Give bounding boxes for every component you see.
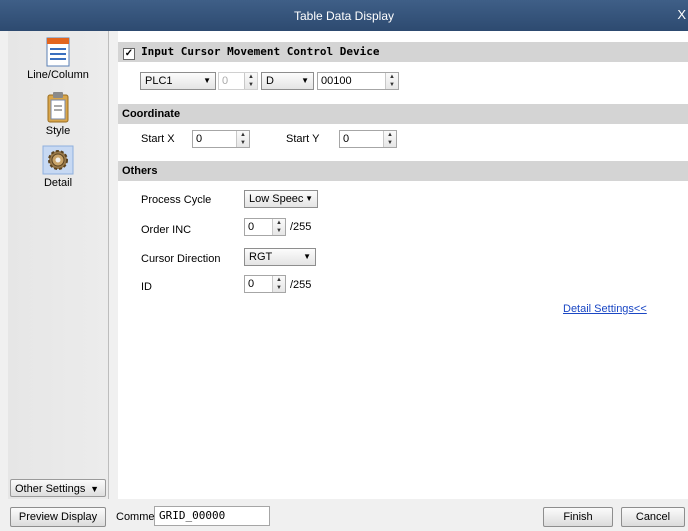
window-title: Table Data Display bbox=[293, 9, 395, 23]
start-x-label: Start X bbox=[141, 133, 175, 145]
id-value: 0 bbox=[248, 278, 255, 290]
preview-display-button[interactable]: Preview Display bbox=[10, 507, 106, 527]
cursor-direction-label: Cursor Direction bbox=[141, 253, 221, 265]
process-cycle-label: Process Cycle bbox=[141, 194, 212, 206]
chevron-down-icon: ▼ bbox=[301, 76, 309, 85]
sidebar-item-style[interactable]: Style bbox=[8, 91, 108, 137]
table-grid-icon bbox=[46, 37, 70, 67]
sidebar-item-label: Detail bbox=[43, 177, 73, 189]
process-cycle-value: Low Speec bbox=[249, 193, 304, 205]
spin-arrows-icon[interactable]: ▲ ▼ bbox=[272, 276, 285, 292]
chevron-down-icon: ▼ bbox=[203, 76, 211, 85]
start-y-label: Start Y bbox=[286, 133, 320, 145]
order-inc-max: /255 bbox=[290, 221, 312, 233]
cursor-device-checkbox[interactable]: ✓ bbox=[123, 48, 135, 60]
plc-value: PLC1 bbox=[145, 75, 173, 87]
device-type-select[interactable]: D ▼ bbox=[261, 72, 314, 90]
finish-button[interactable]: Finish bbox=[543, 507, 613, 527]
spin-arrows-icon[interactable]: ▲ ▼ bbox=[244, 73, 257, 89]
station-spinner[interactable]: 0 ▲ ▼ bbox=[218, 72, 258, 90]
cursor-device-header: ✓ Input Cursor Movement Control Device bbox=[118, 42, 688, 62]
sidebar-item-label: Line/Column bbox=[27, 69, 89, 81]
chevron-down-icon: ▼ bbox=[90, 484, 99, 494]
start-x-spinner[interactable]: 0 ▲ ▼ bbox=[192, 130, 250, 148]
clipboard-style-icon bbox=[47, 92, 69, 123]
start-y-spinner[interactable]: 0 ▲ ▼ bbox=[339, 130, 397, 148]
other-settings-dropdown[interactable]: Other Settings ▼ bbox=[10, 479, 106, 497]
spin-arrows-icon[interactable]: ▲ ▼ bbox=[385, 73, 398, 89]
order-inc-spinner[interactable]: 0 ▲ ▼ bbox=[244, 218, 286, 236]
cursor-direction-value: RGT bbox=[249, 251, 273, 263]
sidebar-item-detail[interactable]: Detail bbox=[8, 145, 108, 189]
title-bar: Table Data Display X bbox=[0, 0, 688, 31]
comment-label: Comme bbox=[116, 511, 155, 523]
other-settings-label: Other Settings bbox=[15, 483, 86, 495]
id-label: ID bbox=[141, 281, 152, 293]
id-max: /255 bbox=[290, 279, 312, 291]
plc-select[interactable]: PLC1 ▼ bbox=[140, 72, 216, 90]
chevron-down-icon: ▼ bbox=[303, 252, 311, 261]
sidebar: Line/Column Style Detail bbox=[8, 31, 109, 499]
order-inc-value: 0 bbox=[248, 221, 255, 233]
gear-icon bbox=[42, 145, 74, 175]
process-cycle-select[interactable]: Low Speec ▼ bbox=[244, 190, 318, 208]
cursor-device-label: Input Cursor Movement Control Device bbox=[141, 45, 380, 58]
id-spinner[interactable]: 0 ▲ ▼ bbox=[244, 275, 286, 293]
station-value: 0 bbox=[222, 75, 229, 87]
spin-arrows-icon[interactable]: ▲ ▼ bbox=[272, 219, 285, 235]
spin-arrows-icon[interactable]: ▲ ▼ bbox=[383, 131, 396, 147]
cancel-button[interactable]: Cancel bbox=[621, 507, 685, 527]
order-inc-label: Order INC bbox=[141, 224, 192, 236]
detail-settings-link[interactable]: Detail Settings<< bbox=[563, 303, 647, 315]
coordinate-header: Coordinate bbox=[118, 104, 688, 124]
cursor-direction-select[interactable]: RGT ▼ bbox=[244, 248, 316, 266]
spin-arrows-icon[interactable]: ▲ ▼ bbox=[236, 131, 249, 147]
address-value: 00100 bbox=[321, 75, 352, 87]
chevron-down-icon: ▼ bbox=[305, 194, 313, 203]
comment-input[interactable]: GRID_00000 bbox=[154, 506, 270, 526]
sidebar-item-label: Style bbox=[45, 125, 71, 137]
address-spinner[interactable]: 00100 ▲ ▼ bbox=[317, 72, 399, 90]
device-type-value: D bbox=[266, 75, 274, 87]
sidebar-item-line-column[interactable]: Line/Column bbox=[8, 37, 108, 81]
close-icon[interactable]: X bbox=[677, 7, 686, 22]
start-x-value: 0 bbox=[196, 133, 203, 145]
content-panel bbox=[118, 31, 688, 499]
others-header: Others bbox=[118, 161, 688, 181]
start-y-value: 0 bbox=[343, 133, 350, 145]
